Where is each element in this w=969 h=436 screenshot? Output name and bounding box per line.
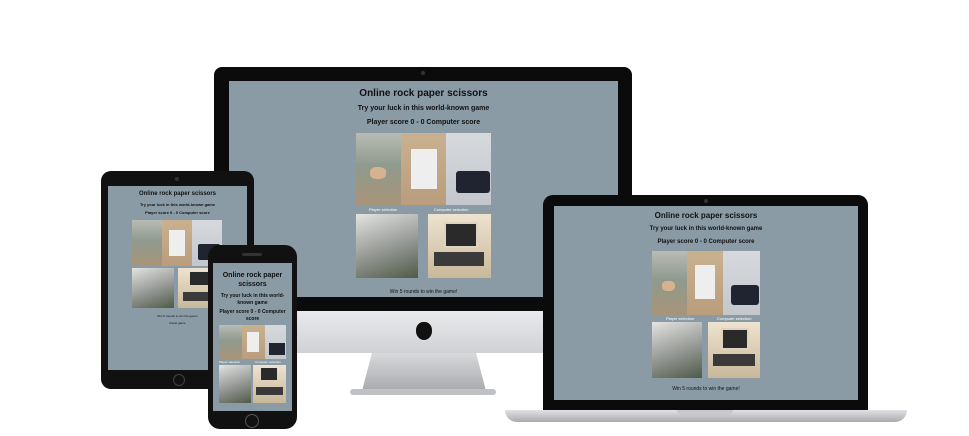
imac-base [350, 389, 496, 395]
monitor-icon [721, 328, 749, 350]
monitor-icon [444, 222, 478, 248]
laptop-camera [704, 199, 708, 203]
rock-choice-button[interactable] [356, 133, 401, 205]
page-subtitle: Try your luck in this world-known game [649, 226, 763, 232]
player-selection-label: Player selection [219, 360, 241, 364]
hand-icon [370, 167, 386, 179]
player-selection-image [356, 214, 418, 278]
win-rule-text: Win 5 rounds to win the game! [672, 386, 740, 392]
apple-logo-icon [416, 322, 432, 340]
phone-speaker [242, 253, 262, 256]
tablet-camera [175, 177, 179, 181]
player-selection-label: Player selection [369, 207, 398, 212]
scissors-choice-button[interactable] [446, 133, 491, 205]
computer-selection-image [708, 322, 760, 378]
player-selection-image [219, 365, 251, 403]
typewriter-icon [456, 171, 490, 193]
paper-icon [169, 230, 185, 256]
computer-selection-label: Computer selection [717, 316, 752, 321]
typewriter-icon [269, 343, 285, 355]
phone-home-button [245, 414, 259, 428]
typewriter-icon [731, 285, 759, 305]
computer-selection-label: Computer selection [434, 207, 469, 212]
page-subtitle: Try your luck in this world-known game [357, 105, 490, 112]
page-subtitle: Try your luck in this world-known game [139, 202, 216, 207]
imac-camera [421, 71, 425, 75]
hand-icon [662, 281, 675, 291]
computer-selection-label: Computer selection [255, 360, 281, 364]
page-title: Online rock paper scissors [654, 211, 758, 220]
player-selection-image [652, 322, 702, 378]
computer-selection-image [253, 365, 286, 403]
scissors-choice-button[interactable] [265, 325, 286, 359]
rock-choice-button[interactable] [652, 251, 687, 315]
page-title: Online rock paper scissors [359, 88, 488, 99]
player-selection-label: Player selection [666, 316, 695, 321]
paper-icon [695, 265, 715, 299]
player-selection-image [132, 268, 174, 308]
monitor-icon [261, 368, 277, 380]
phone-screen: Online rock paper scissors Try your luck… [213, 263, 292, 411]
score-text: Player score 0 - 0 Computer score [657, 239, 755, 245]
paper-icon [247, 332, 259, 352]
paper-choice-button[interactable] [162, 220, 192, 266]
scissors-choice-button[interactable] [723, 251, 760, 315]
computer-selection-image [428, 214, 491, 278]
rock-choice-button[interactable] [219, 325, 242, 359]
score-text: Player score 0 - 0 Computer score [145, 210, 210, 215]
keyboard-icon [256, 387, 283, 395]
tablet-home-button [173, 374, 185, 386]
page-title: Online rock paper scissors [222, 272, 283, 288]
page-subtitle: Try your luck in this world-known game [220, 293, 285, 306]
score-text: Player score 0 - 0 Computer score [366, 119, 481, 126]
paper-choice-button[interactable] [687, 251, 723, 315]
laptop-screen: Online rock paper scissors Try your luck… [554, 206, 858, 400]
laptop-notch [677, 410, 733, 415]
page-title: Online rock paper scissors [138, 191, 217, 197]
keyboard-icon [713, 354, 755, 366]
paper-choice-button[interactable] [401, 133, 446, 205]
paper-icon [411, 149, 437, 189]
imac-stand [362, 353, 486, 391]
score-text: Player score 0 - 0 Computer score [219, 309, 286, 322]
keyboard-icon [434, 252, 484, 266]
rock-choice-button[interactable] [132, 220, 162, 266]
monitor-icon [190, 272, 208, 285]
paper-choice-button[interactable] [242, 325, 265, 359]
